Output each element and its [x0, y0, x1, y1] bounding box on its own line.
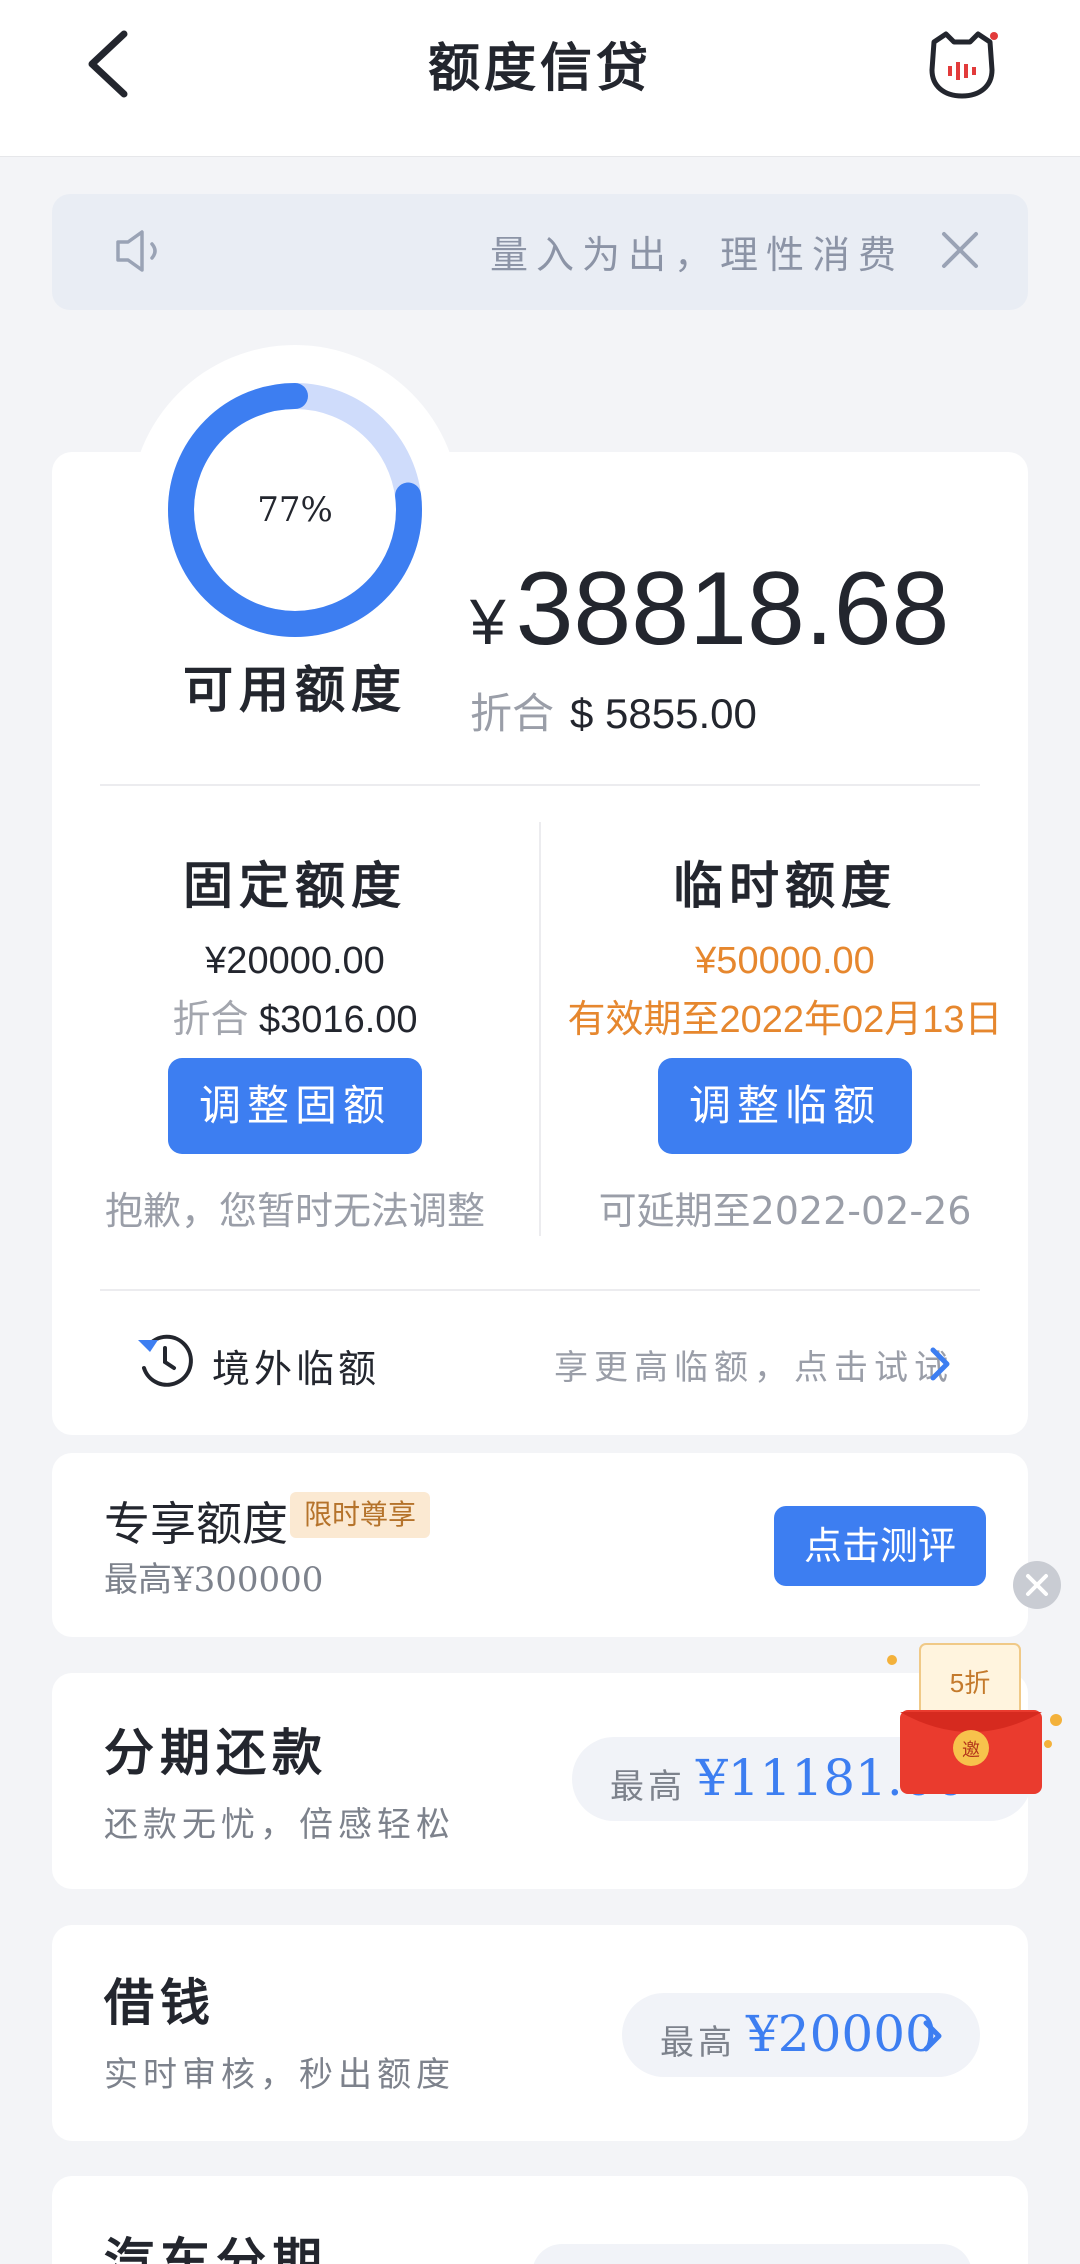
- installment-subtitle: 还款无忧，倍感轻松: [104, 1805, 455, 1845]
- limited-time-badge: 限时尊享: [290, 1492, 431, 1538]
- temporary-limit-note: 可延期至2022-02-26: [598, 1189, 972, 1233]
- evaluate-button[interactable]: 点击测评: [774, 1506, 986, 1586]
- available-credit-label: 可用额度: [183, 660, 407, 719]
- temporary-limit-amount: ¥50000.00: [695, 940, 875, 982]
- adjust-fixed-limit-button[interactable]: 调整固额: [168, 1058, 422, 1154]
- overseas-limit-label[interactable]: 境外临额: [212, 1338, 380, 1393]
- notice-text: 量入为出，理性消费: [489, 233, 904, 277]
- installment-max-label: 最高: [610, 1767, 686, 1807]
- borrow-card[interactable]: 借钱 实时审核，秒出额度 最高 ¥20000: [52, 1925, 1028, 2141]
- borrow-max-pill[interactable]: 最高 ¥20000: [622, 1993, 980, 2077]
- overseas-limit-hint[interactable]: 享更高临额，点击试试: [554, 1340, 954, 1389]
- borrow-max-label: 最高: [660, 2023, 736, 2063]
- fixed-usd-label: 折合: [172, 999, 249, 1041]
- installment-title: 分期还款: [104, 1723, 328, 1782]
- mascot-service-icon[interactable]: [924, 26, 1000, 102]
- divider: [100, 1289, 980, 1291]
- promo-seal-text: 邀: [962, 1740, 980, 1761]
- exclusive-limit-max: 最高¥300000: [104, 1560, 324, 1600]
- temporary-limit-title: 临时额度: [673, 856, 897, 915]
- temporary-limit-validity: 有效期至2022年02月13日: [567, 999, 1003, 1041]
- car-installment-pill[interactable]: [532, 2244, 972, 2264]
- borrow-title: 借钱: [104, 1973, 216, 2032]
- car-installment-card[interactable]: 汽车分期: [52, 2176, 1028, 2264]
- chevron-right-icon[interactable]: [928, 1346, 952, 1382]
- fixed-limit-title: 固定额度: [183, 856, 407, 915]
- divider: [100, 784, 980, 786]
- car-installment-title: 汽车分期: [104, 2232, 328, 2264]
- borrow-max-value: ¥20000: [746, 2005, 937, 2063]
- speaker-icon: [116, 230, 157, 272]
- available-amount-value: 38818.68: [515, 551, 950, 667]
- usd-amount: $ 5855.00: [570, 690, 757, 737]
- close-icon[interactable]: [1012, 1560, 1062, 1610]
- top-navigation-bar: 额度信贷: [0, 0, 1080, 157]
- borrow-subtitle: 实时审核，秒出额度: [104, 2055, 455, 2095]
- fixed-limit-usd: 折合 $3016.00: [65, 988, 525, 1043]
- notice-banner: 量入为出，理性消费: [52, 194, 1028, 310]
- column-divider: [539, 822, 541, 1236]
- ring-percent-label: 77%: [257, 490, 333, 530]
- fixed-limit-note: 抱歉，您暂时无法调整: [104, 1189, 485, 1233]
- available-usd-equivalent: 折合 $ 5855.00: [470, 680, 757, 741]
- fixed-usd-amount: $3016.00: [259, 999, 418, 1041]
- currency-symbol: ¥: [470, 586, 506, 658]
- red-packet-promo-icon[interactable]: 5折 邀: [880, 1640, 1070, 1800]
- adjust-temporary-limit-button[interactable]: 调整临额: [658, 1058, 912, 1154]
- overseas-clock-icon: [138, 1334, 193, 1387]
- page-title: 额度信贷: [427, 38, 652, 99]
- chevron-right-icon: [923, 2020, 942, 2052]
- promo-discount-text: 5折: [950, 1668, 990, 1698]
- available-credit-amount: ¥38818.68: [470, 550, 949, 669]
- usd-label: 折合: [470, 690, 555, 737]
- fixed-limit-amount: ¥20000.00: [205, 940, 385, 982]
- close-icon[interactable]: [940, 230, 980, 270]
- exclusive-limit-title: 专享额度: [104, 1497, 288, 1551]
